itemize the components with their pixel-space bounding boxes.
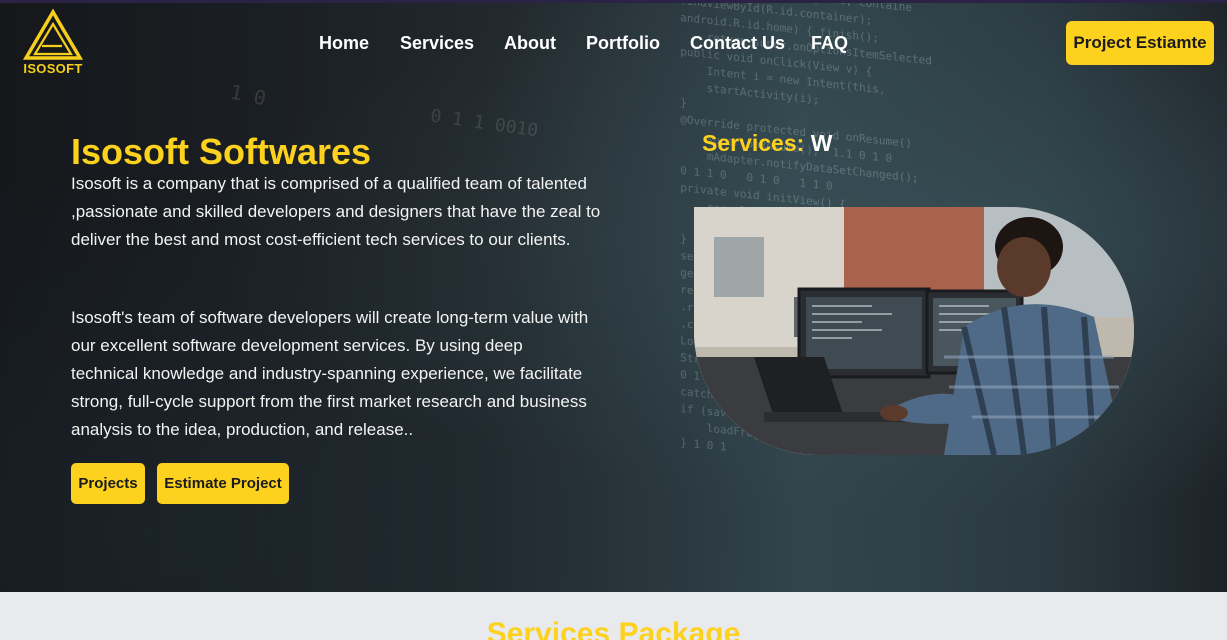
nav-contact[interactable]: Contact Us: [690, 33, 785, 54]
services-label: Services:: [702, 130, 805, 156]
nav-home[interactable]: Home: [319, 33, 369, 54]
nav-services[interactable]: Services: [400, 33, 474, 54]
projects-button[interactable]: Projects: [71, 463, 145, 504]
hero-paragraph-1: Isosoft is a company that is comprised o…: [71, 174, 601, 249]
developer-photo: [694, 207, 1134, 455]
services-package-title: Services Package: [486, 617, 741, 640]
nav-portfolio[interactable]: Portfolio: [586, 33, 660, 54]
developer-illustration: [694, 207, 1134, 455]
nav-faq[interactable]: FAQ: [811, 33, 848, 54]
nav-about[interactable]: About: [504, 33, 556, 54]
services-typing: Services: W: [702, 130, 832, 157]
project-estimate-button[interactable]: Project Estiamte: [1066, 21, 1214, 65]
logo-text: ISOSOFT: [23, 61, 83, 76]
hero-paragraph-2: Isosoft's team of software developers wi…: [71, 308, 589, 439]
services-typed-text: W: [810, 130, 833, 156]
hero-title: Isosoft Softwares: [71, 131, 372, 172]
estimate-project-button[interactable]: Estimate Project: [157, 463, 289, 504]
